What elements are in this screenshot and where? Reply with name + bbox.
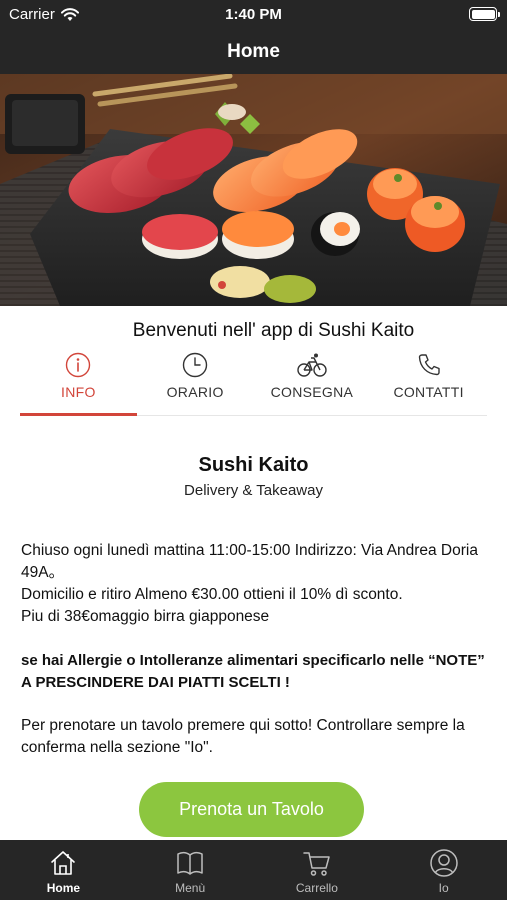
tabbar-menu[interactable]: Menù [127,840,254,900]
book-icon [177,851,203,875]
tabbar-home-label: Home [46,881,81,895]
tab-info[interactable]: INFO [20,350,137,416]
info-text: Chiuso ogni lunedì mattina 11:00-15:00 I… [21,540,491,628]
status-time: 1:40 PM [225,6,282,23]
page-title: Home [227,41,280,62]
home-icon [51,851,76,875]
tabbar-home[interactable]: Home [0,840,127,900]
info-line-delivery: Domicilio e ritiro Almeno €30.00 ottieni… [21,586,403,603]
tabbar-profile-label: Io [438,881,449,895]
tab-consegna-label: CONSEGNA [270,384,354,400]
tabbar-cart[interactable]: Carrello [254,840,381,900]
tab-contatti[interactable]: CONTATTI [370,350,487,415]
tab-consegna[interactable]: CONSEGNA [254,350,371,415]
tab-info-label: INFO [61,384,96,400]
battery-icon [469,7,500,21]
cart-icon [303,852,330,876]
user-icon [429,849,458,877]
tab-orario[interactable]: ORARIO [137,350,254,415]
tab-contatti-label: CONTATTI [393,384,464,400]
clock-icon [182,352,208,378]
booking-note: Per prenotare un tavolo premere qui sott… [21,717,465,756]
navigation-bar: Home [0,30,507,74]
phone-icon [418,354,440,376]
welcome-text: Benvenuti nell' app di Sushi Kaito [132,320,415,341]
tabbar-profile[interactable]: Io [380,840,507,900]
tabbar-menu-label: Menù [175,881,206,895]
restaurant-subtitle: Delivery & Takeaway [184,482,323,499]
tabbar-cart-label: Carrello [295,881,338,895]
bicycle-icon [297,353,327,377]
book-table-button[interactable]: Prenota un Tavolo [139,782,364,837]
allergy-notice: se hai Allergie o Intolleranze alimentar… [21,652,485,691]
restaurant-name: Sushi Kaito [198,454,309,476]
bottom-tab-bar: Home Menù Carrello Io [0,840,507,900]
info-line-hours: Chiuso ogni lunedì mattina 11:00-15:00 I… [21,542,478,581]
status-bar: Carrier 1:40 PM [0,0,507,30]
info-line-promo: Piu di 38€omaggio birra giapponese [21,608,270,625]
sushi-platter-photo [0,74,507,306]
info-icon [66,352,91,378]
hero-image [0,74,507,306]
tab-orario-label: ORARIO [166,384,224,400]
info-tabs: INFO ORARIO CONSEGNA CONTATTI [20,350,487,416]
